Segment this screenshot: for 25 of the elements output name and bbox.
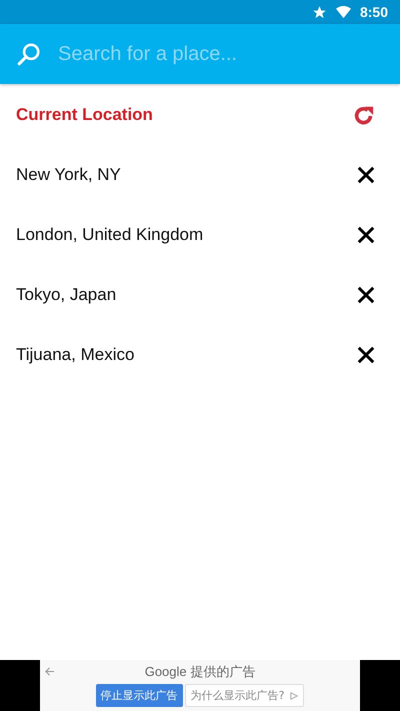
play-icon	[290, 692, 298, 700]
location-item[interactable]: New York, NY	[0, 145, 400, 205]
star-icon	[312, 4, 327, 20]
close-icon[interactable]	[357, 226, 375, 244]
ad-label: Google 提供的广告	[144, 663, 256, 681]
location-item[interactable]: Tokyo, Japan	[0, 265, 400, 325]
location-name: New York, NY	[16, 165, 121, 185]
location-item[interactable]: Current Location	[0, 85, 400, 145]
stop-ad-button[interactable]: 停止显示此广告	[96, 684, 183, 707]
location-name: Current Location	[16, 105, 153, 125]
location-item[interactable]: Tijuana, Mexico	[0, 325, 400, 385]
wifi-icon	[334, 4, 352, 20]
location-name: Tijuana, Mexico	[16, 345, 134, 365]
search-input[interactable]: Search for a place...	[56, 42, 384, 66]
why-ad-button[interactable]: 为什么显示此广告?	[184, 684, 304, 707]
location-item[interactable]: London, United Kingdom	[0, 205, 400, 265]
close-icon[interactable]	[357, 286, 375, 304]
refresh-icon[interactable]	[353, 104, 375, 126]
location-name: London, United Kingdom	[16, 225, 204, 245]
search-field[interactable]: Search for a place...	[0, 24, 400, 84]
close-icon[interactable]	[357, 346, 375, 364]
back-arrow-icon[interactable]	[44, 666, 55, 677]
close-icon[interactable]	[357, 166, 375, 184]
location-name: Tokyo, Japan	[16, 285, 116, 305]
clock-time: 8:50	[360, 4, 388, 20]
